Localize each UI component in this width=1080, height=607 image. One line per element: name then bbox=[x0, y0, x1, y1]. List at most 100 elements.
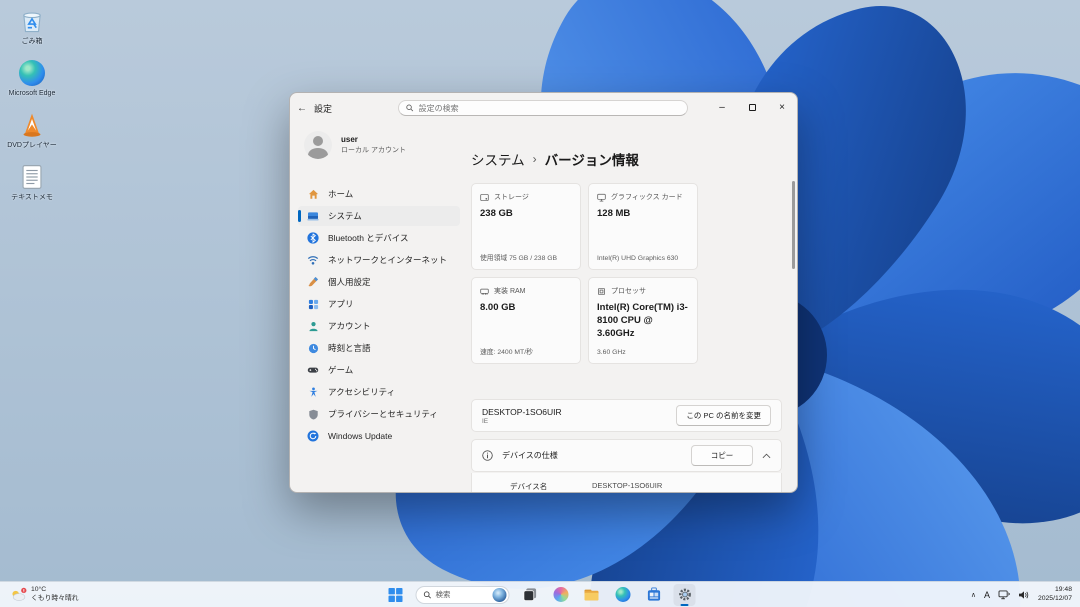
settings-search-box[interactable] bbox=[398, 100, 688, 116]
card-title: プロセッサ bbox=[611, 286, 646, 296]
ram-icon bbox=[480, 287, 489, 296]
desktop-icon-dvd-player[interactable]: DVDプレイヤー bbox=[4, 110, 60, 150]
file-explorer-icon bbox=[584, 588, 600, 602]
card-footer: 速度: 2400 MT/秒 bbox=[480, 346, 574, 356]
weather-icon bbox=[10, 587, 27, 602]
shield-icon bbox=[307, 408, 319, 420]
main-content: システム › バージョン情報 ストレージ 238 GB 使用領域 75 GB /… bbox=[468, 123, 797, 492]
sidebar-item-time-language[interactable]: 時刻と言語 bbox=[298, 338, 460, 358]
desktop-icon-label: テキストメモ bbox=[11, 194, 53, 202]
sidebar: user ローカル アカウント ホーム システム bbox=[290, 123, 468, 492]
close-button[interactable]: × bbox=[767, 93, 797, 121]
update-icon bbox=[307, 430, 319, 442]
card-title: グラフィックス カード bbox=[611, 192, 683, 202]
window-scrollbar[interactable] bbox=[792, 181, 795, 269]
sidebar-item-accessibility[interactable]: アクセシビリティ bbox=[298, 382, 460, 402]
tray-chevron-icon[interactable]: ∧ bbox=[971, 591, 976, 599]
weather-temp: 10°C bbox=[31, 586, 79, 594]
sidebar-item-bluetooth-devices[interactable]: Bluetooth とデバイス bbox=[298, 228, 460, 248]
card-value: 238 GB bbox=[480, 208, 572, 221]
card-value: 128 MB bbox=[597, 208, 689, 221]
sidebar-item-system[interactable]: システム bbox=[298, 206, 460, 226]
search-icon bbox=[424, 591, 432, 599]
copy-button[interactable]: コピー bbox=[691, 445, 753, 466]
system-tray: ∧ A 19:48 2025/12/07 bbox=[971, 582, 1076, 607]
store-icon bbox=[646, 587, 661, 602]
desktop-icon-recycle-bin[interactable]: ごみ箱 bbox=[4, 6, 60, 46]
spec-label: デバイス名 bbox=[510, 481, 592, 492]
account-name: user bbox=[341, 135, 406, 144]
store-button[interactable] bbox=[643, 584, 665, 606]
gpu-icon bbox=[597, 193, 606, 202]
device-specs-title: デバイスの仕様 bbox=[502, 450, 682, 461]
card-value: Intel(R) Core(TM) i3-8100 CPU @ 3.60GHz bbox=[597, 302, 689, 340]
weather-widget[interactable]: 10°C くもり時々晴れ bbox=[4, 582, 85, 607]
edge-button[interactable] bbox=[612, 584, 634, 606]
settings-button[interactable] bbox=[674, 584, 696, 606]
account-type: ローカル アカウント bbox=[341, 145, 406, 155]
breadcrumb-parent[interactable]: システム bbox=[471, 149, 525, 169]
sidebar-item-label: ゲーム bbox=[328, 364, 353, 376]
sidebar-item-windows-update[interactable]: Windows Update bbox=[298, 426, 460, 446]
sidebar-item-accounts[interactable]: アカウント bbox=[298, 316, 460, 336]
taskbar-search-input[interactable] bbox=[436, 590, 484, 599]
card-footer: 使用領域 75 GB / 238 GB bbox=[480, 252, 574, 262]
settings-search-input[interactable] bbox=[419, 104, 680, 113]
info-icon bbox=[482, 450, 493, 461]
card-footer: Intel(R) UHD Graphics 630 bbox=[597, 255, 691, 262]
card-footer: 3.60 GHz bbox=[597, 349, 691, 356]
graphics-card: グラフィックス カード 128 MB Intel(R) UHD Graphics… bbox=[588, 183, 698, 270]
sidebar-item-label: 時刻と言語 bbox=[328, 342, 371, 354]
window-title: 設定 bbox=[314, 102, 332, 115]
sidebar-item-label: アプリ bbox=[328, 298, 354, 310]
desktop-icon-edge[interactable]: Microsoft Edge bbox=[4, 58, 60, 98]
spec-cards: ストレージ 238 GB 使用領域 75 GB / 238 GB グラフィックス… bbox=[471, 183, 698, 364]
rename-pc-button[interactable]: この PC の名前を変更 bbox=[676, 405, 771, 426]
copilot-icon bbox=[553, 587, 568, 602]
sidebar-item-label: プライバシーとセキュリティ bbox=[328, 408, 438, 420]
maximize-button[interactable] bbox=[737, 93, 767, 121]
device-specs-header[interactable]: デバイスの仕様 コピー bbox=[471, 439, 782, 472]
volume-icon[interactable] bbox=[1018, 590, 1030, 600]
ram-card: 実装 RAM 8.00 GB 速度: 2400 MT/秒 bbox=[471, 277, 581, 364]
file-explorer-button[interactable] bbox=[581, 584, 603, 606]
sidebar-item-label: ホーム bbox=[328, 188, 353, 200]
settings-gear-icon bbox=[677, 587, 692, 602]
taskbar: 10°C くもり時々晴れ bbox=[0, 581, 1080, 607]
desktop-icon-text-file[interactable]: テキストメモ bbox=[4, 162, 60, 202]
task-view-button[interactable] bbox=[519, 584, 541, 606]
accessibility-icon bbox=[307, 386, 319, 398]
text-file-icon bbox=[17, 162, 47, 192]
start-button[interactable] bbox=[385, 584, 407, 606]
window-controls: – × bbox=[707, 93, 797, 121]
sidebar-item-gaming[interactable]: ゲーム bbox=[298, 360, 460, 380]
sidebar-item-label: アクセシビリティ bbox=[328, 386, 395, 398]
clock-icon bbox=[307, 342, 319, 354]
person-icon bbox=[307, 320, 319, 332]
minimize-button[interactable]: – bbox=[707, 93, 737, 121]
sidebar-item-network-internet[interactable]: ネットワークとインターネット bbox=[298, 250, 460, 270]
tray-date: 2025/12/07 bbox=[1038, 595, 1072, 603]
storage-card: ストレージ 238 GB 使用領域 75 GB / 238 GB bbox=[471, 183, 581, 270]
ime-indicator[interactable]: A bbox=[984, 590, 990, 600]
sidebar-item-label: システム bbox=[328, 210, 362, 222]
network-icon[interactable] bbox=[998, 590, 1010, 600]
sidebar-item-label: アカウント bbox=[328, 320, 371, 332]
account-header[interactable]: user ローカル アカウント bbox=[290, 123, 468, 171]
desktop-icon-label: Microsoft Edge bbox=[9, 90, 56, 98]
taskbar-search-box[interactable] bbox=[416, 586, 510, 604]
card-title: 実装 RAM bbox=[494, 286, 526, 296]
sidebar-item-privacy-security[interactable]: プライバシーとセキュリティ bbox=[298, 404, 460, 424]
windows-start-icon bbox=[389, 588, 403, 602]
back-button[interactable]: ← bbox=[290, 103, 314, 114]
sidebar-item-apps[interactable]: アプリ bbox=[298, 294, 460, 314]
device-specs-body: デバイス名 DESKTOP-1SO6UIR プロセッサ Intel(R) Cor… bbox=[471, 473, 782, 493]
home-icon bbox=[307, 188, 319, 200]
sidebar-item-personalization[interactable]: 個人用設定 bbox=[298, 272, 460, 292]
sidebar-item-label: 個人用設定 bbox=[328, 276, 371, 288]
chevron-up-icon[interactable] bbox=[762, 453, 771, 459]
clock[interactable]: 19:48 2025/12/07 bbox=[1038, 586, 1072, 603]
copilot-button[interactable] bbox=[550, 584, 572, 606]
apps-grid-icon bbox=[307, 298, 319, 310]
sidebar-item-home[interactable]: ホーム bbox=[298, 184, 460, 204]
